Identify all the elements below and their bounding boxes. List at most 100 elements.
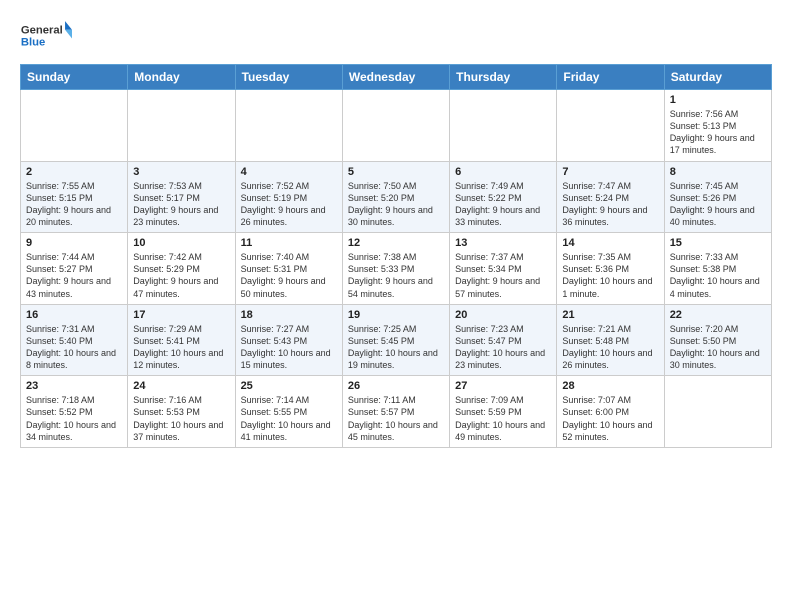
calendar-cell: 19 Sunrise: 7:25 AM Sunset: 5:45 PM Dayli… — [342, 304, 449, 376]
day-info: Sunrise: 7:07 AM Sunset: 6:00 PM Dayligh… — [562, 394, 658, 443]
calendar-week-2: 2 Sunrise: 7:55 AM Sunset: 5:15 PM Daylig… — [21, 161, 772, 233]
calendar-cell — [21, 90, 128, 162]
day-info: Sunrise: 7:38 AM Sunset: 5:33 PM Dayligh… — [348, 251, 444, 300]
day-info: Sunrise: 7:23 AM Sunset: 5:47 PM Dayligh… — [455, 323, 551, 372]
calendar-cell: 8 Sunrise: 7:45 AM Sunset: 5:26 PM Daylig… — [664, 161, 771, 233]
day-number: 22 — [670, 309, 766, 321]
day-number: 19 — [348, 309, 444, 321]
weekday-header-tuesday: Tuesday — [235, 65, 342, 90]
weekday-header-row: SundayMondayTuesdayWednesdayThursdayFrid… — [21, 65, 772, 90]
day-number: 24 — [133, 380, 229, 392]
day-number: 7 — [562, 166, 658, 178]
day-number: 8 — [670, 166, 766, 178]
day-number: 3 — [133, 166, 229, 178]
calendar-cell: 24 Sunrise: 7:16 AM Sunset: 5:53 PM Dayli… — [128, 376, 235, 448]
calendar-cell: 11 Sunrise: 7:40 AM Sunset: 5:31 PM Dayli… — [235, 233, 342, 305]
day-number: 27 — [455, 380, 551, 392]
calendar-cell: 15 Sunrise: 7:33 AM Sunset: 5:38 PM Dayli… — [664, 233, 771, 305]
day-info: Sunrise: 7:52 AM Sunset: 5:19 PM Dayligh… — [241, 180, 337, 229]
day-info: Sunrise: 7:55 AM Sunset: 5:15 PM Dayligh… — [26, 180, 122, 229]
calendar-week-4: 16 Sunrise: 7:31 AM Sunset: 5:40 PM Dayli… — [21, 304, 772, 376]
calendar-cell: 28 Sunrise: 7:07 AM Sunset: 6:00 PM Dayli… — [557, 376, 664, 448]
day-info: Sunrise: 7:20 AM Sunset: 5:50 PM Dayligh… — [670, 323, 766, 372]
day-number: 15 — [670, 237, 766, 249]
day-info: Sunrise: 7:21 AM Sunset: 5:48 PM Dayligh… — [562, 323, 658, 372]
calendar-table: SundayMondayTuesdayWednesdayThursdayFrid… — [20, 64, 772, 448]
calendar-cell — [557, 90, 664, 162]
day-number: 28 — [562, 380, 658, 392]
calendar-cell: 6Sunrise: 7:49 AM Sunset: 5:22 PM Daylig… — [450, 161, 557, 233]
day-number: 2 — [26, 166, 122, 178]
calendar-cell: 5 Sunrise: 7:50 AM Sunset: 5:20 PM Daylig… — [342, 161, 449, 233]
day-number: 10 — [133, 237, 229, 249]
logo: General Blue — [20, 16, 72, 54]
day-info: Sunrise: 7:42 AM Sunset: 5:29 PM Dayligh… — [133, 251, 229, 300]
calendar-cell: 23 Sunrise: 7:18 AM Sunset: 5:52 PM Dayli… — [21, 376, 128, 448]
day-number: 21 — [562, 309, 658, 321]
weekday-header-thursday: Thursday — [450, 65, 557, 90]
day-number: 18 — [241, 309, 337, 321]
calendar-cell: 7 Sunrise: 7:47 AM Sunset: 5:24 PM Daylig… — [557, 161, 664, 233]
day-info: Sunrise: 7:31 AM Sunset: 5:40 PM Dayligh… — [26, 323, 122, 372]
day-number: 4 — [241, 166, 337, 178]
day-info: Sunrise: 7:33 AM Sunset: 5:38 PM Dayligh… — [670, 251, 766, 300]
day-number: 12 — [348, 237, 444, 249]
calendar-cell: 18Sunrise: 7:27 AM Sunset: 5:43 PM Dayli… — [235, 304, 342, 376]
day-info: Sunrise: 7:35 AM Sunset: 5:36 PM Dayligh… — [562, 251, 658, 300]
weekday-header-wednesday: Wednesday — [342, 65, 449, 90]
calendar-cell: 27 Sunrise: 7:09 AM Sunset: 5:59 PM Dayli… — [450, 376, 557, 448]
day-info: Sunrise: 7:45 AM Sunset: 5:26 PM Dayligh… — [670, 180, 766, 229]
logo-icon: General Blue — [20, 16, 72, 54]
calendar-cell: 13 Sunrise: 7:37 AM Sunset: 5:34 PM Dayli… — [450, 233, 557, 305]
day-info: Sunrise: 7:16 AM Sunset: 5:53 PM Dayligh… — [133, 394, 229, 443]
svg-text:Blue: Blue — [21, 36, 45, 48]
calendar-cell: 21 Sunrise: 7:21 AM Sunset: 5:48 PM Dayli… — [557, 304, 664, 376]
calendar-cell — [450, 90, 557, 162]
day-number: 26 — [348, 380, 444, 392]
day-info: Sunrise: 7:50 AM Sunset: 5:20 PM Dayligh… — [348, 180, 444, 229]
day-info: Sunrise: 7:29 AM Sunset: 5:41 PM Dayligh… — [133, 323, 229, 372]
calendar-cell: 1Sunrise: 7:56 AM Sunset: 5:13 PM Daylig… — [664, 90, 771, 162]
day-info: Sunrise: 7:14 AM Sunset: 5:55 PM Dayligh… — [241, 394, 337, 443]
day-info: Sunrise: 7:47 AM Sunset: 5:24 PM Dayligh… — [562, 180, 658, 229]
header: General Blue — [20, 16, 772, 54]
weekday-header-sunday: Sunday — [21, 65, 128, 90]
calendar-cell — [128, 90, 235, 162]
day-number: 1 — [670, 94, 766, 106]
day-number: 14 — [562, 237, 658, 249]
calendar-cell: 14 Sunrise: 7:35 AM Sunset: 5:36 PM Dayli… — [557, 233, 664, 305]
day-number: 20 — [455, 309, 551, 321]
day-info: Sunrise: 7:37 AM Sunset: 5:34 PM Dayligh… — [455, 251, 551, 300]
day-number: 16 — [26, 309, 122, 321]
calendar-cell: 9Sunrise: 7:44 AM Sunset: 5:27 PM Daylig… — [21, 233, 128, 305]
calendar-cell: 16 Sunrise: 7:31 AM Sunset: 5:40 PM Dayli… — [21, 304, 128, 376]
weekday-header-monday: Monday — [128, 65, 235, 90]
calendar-cell: 2 Sunrise: 7:55 AM Sunset: 5:15 PM Daylig… — [21, 161, 128, 233]
day-number: 11 — [241, 237, 337, 249]
calendar-cell: 26 Sunrise: 7:11 AM Sunset: 5:57 PM Dayli… — [342, 376, 449, 448]
calendar-cell: 25 Sunrise: 7:14 AM Sunset: 5:55 PM Dayli… — [235, 376, 342, 448]
weekday-header-friday: Friday — [557, 65, 664, 90]
day-number: 23 — [26, 380, 122, 392]
day-info: Sunrise: 7:09 AM Sunset: 5:59 PM Dayligh… — [455, 394, 551, 443]
day-info: Sunrise: 7:40 AM Sunset: 5:31 PM Dayligh… — [241, 251, 337, 300]
day-info: Sunrise: 7:44 AM Sunset: 5:27 PM Dayligh… — [26, 251, 122, 300]
calendar-cell — [664, 376, 771, 448]
day-info: Sunrise: 7:49 AM Sunset: 5:22 PM Dayligh… — [455, 180, 551, 229]
calendar-cell: 12 Sunrise: 7:38 AM Sunset: 5:33 PM Dayli… — [342, 233, 449, 305]
calendar-cell: 22 Sunrise: 7:20 AM Sunset: 5:50 PM Dayli… — [664, 304, 771, 376]
day-number: 5 — [348, 166, 444, 178]
day-number: 13 — [455, 237, 551, 249]
calendar-cell: 20 Sunrise: 7:23 AM Sunset: 5:47 PM Dayli… — [450, 304, 557, 376]
day-info: Sunrise: 7:25 AM Sunset: 5:45 PM Dayligh… — [348, 323, 444, 372]
day-info: Sunrise: 7:11 AM Sunset: 5:57 PM Dayligh… — [348, 394, 444, 443]
day-number: 17 — [133, 309, 229, 321]
day-info: Sunrise: 7:18 AM Sunset: 5:52 PM Dayligh… — [26, 394, 122, 443]
calendar-week-5: 23 Sunrise: 7:18 AM Sunset: 5:52 PM Dayli… — [21, 376, 772, 448]
weekday-header-saturday: Saturday — [664, 65, 771, 90]
day-number: 25 — [241, 380, 337, 392]
calendar-week-1: 1Sunrise: 7:56 AM Sunset: 5:13 PM Daylig… — [21, 90, 772, 162]
calendar-cell: 3Sunrise: 7:53 AM Sunset: 5:17 PM Daylig… — [128, 161, 235, 233]
calendar-week-3: 9Sunrise: 7:44 AM Sunset: 5:27 PM Daylig… — [21, 233, 772, 305]
calendar-cell: 4 Sunrise: 7:52 AM Sunset: 5:19 PM Daylig… — [235, 161, 342, 233]
